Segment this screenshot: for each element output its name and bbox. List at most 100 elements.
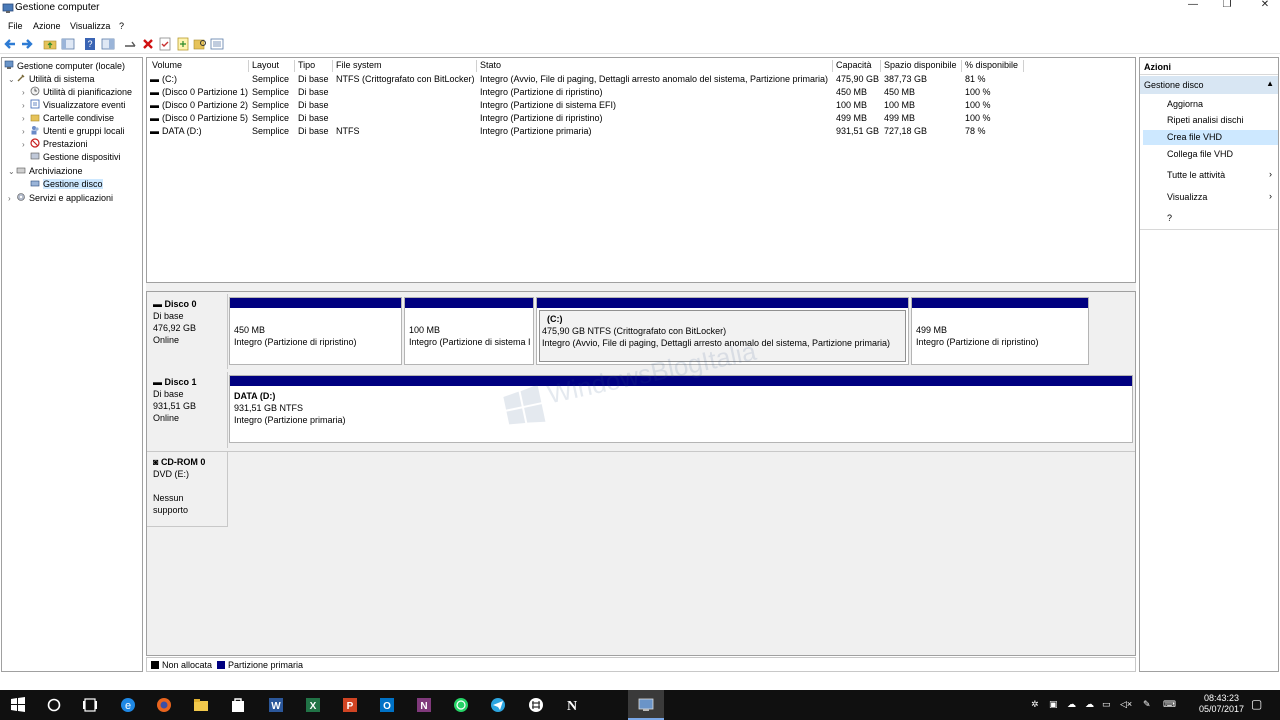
chevron-right-icon[interactable]: › — [22, 101, 30, 110]
chevron-right-icon[interactable]: › — [22, 127, 30, 136]
forward-arrow-icon[interactable] — [20, 37, 34, 51]
table-row[interactable]: ▬ (Disco 0 Partizione 2) Semplice Di bas… — [147, 100, 1135, 113]
search-circle-icon[interactable] — [45, 696, 63, 714]
chevron-down-icon[interactable]: ⌄ — [8, 75, 16, 84]
whatsapp-icon[interactable] — [452, 696, 470, 714]
action-help[interactable]: ? — [1143, 211, 1278, 226]
tree-item-shared-folders[interactable]: › Cartelle condivise — [22, 112, 114, 125]
onenote-icon[interactable]: N — [415, 696, 433, 714]
disk-info[interactable]: ▬ Disco 0 Di base 476,92 GB Online — [147, 294, 228, 369]
partition-size: 100 MB — [409, 325, 441, 335]
outlook-icon[interactable]: O — [378, 696, 396, 714]
column-header-volume[interactable]: Volume — [149, 60, 249, 72]
tree-item-device-manager[interactable]: Gestione dispositivi — [30, 151, 121, 164]
column-header-type[interactable]: Tipo — [295, 60, 333, 72]
pen-icon[interactable]: ✎ — [1143, 699, 1151, 710]
menu-file[interactable]: File — [8, 21, 23, 31]
chevron-right-icon[interactable]: › — [22, 88, 30, 97]
edge-icon[interactable]: e — [119, 696, 137, 714]
column-header-free-space[interactable]: Spazio disponibile — [881, 60, 962, 72]
back-arrow-icon[interactable] — [3, 37, 17, 51]
action-rescan-disks[interactable]: Ripeti analisi dischi — [1143, 113, 1278, 128]
close-button[interactable]: ✕ — [1250, 0, 1280, 14]
word-icon[interactable]: W — [267, 696, 285, 714]
tree-item-disk-management[interactable]: Gestione disco — [30, 178, 103, 191]
store-icon[interactable] — [229, 696, 247, 714]
column-header-layout[interactable]: Layout — [249, 60, 295, 72]
start-windows-icon[interactable] — [9, 696, 27, 714]
slack-icon[interactable] — [527, 696, 545, 714]
tree-item-storage[interactable]: ⌄ Archiviazione — [8, 165, 83, 178]
chevron-down-icon[interactable]: ⌄ — [8, 167, 16, 176]
action-refresh[interactable]: Aggiorna — [1143, 97, 1278, 112]
taskbar-active-app[interactable] — [628, 690, 664, 720]
cell-free-space: 727,18 GB — [884, 126, 928, 136]
file-explorer-icon[interactable] — [192, 696, 210, 714]
tree-item-system-tools[interactable]: ⌄ Utilità di sistema — [8, 73, 95, 86]
up-folder-icon[interactable] — [43, 37, 57, 51]
excel-icon[interactable]: X — [304, 696, 322, 714]
partition-recovery-1[interactable]: 450 MB Integro (Partizione di ripristino… — [229, 297, 402, 365]
column-header-status[interactable]: Stato — [477, 60, 833, 72]
partition-efi[interactable]: 100 MB Integro (Partizione di sistema I — [404, 297, 534, 365]
chevron-right-icon[interactable]: › — [22, 114, 30, 123]
collapse-arrow-icon[interactable]: ▲ — [1266, 79, 1274, 88]
onedrive-icon[interactable]: ☁ — [1085, 699, 1094, 710]
tree-item-services[interactable]: › Servizi e applicazioni — [8, 192, 113, 205]
partition-bar — [537, 298, 908, 308]
action-create-vhd[interactable]: Crea file VHD — [1143, 130, 1278, 145]
view-details-icon[interactable] — [210, 37, 224, 51]
notion-icon[interactable]: N — [563, 696, 581, 714]
help-icon[interactable]: ? — [83, 37, 97, 51]
table-row[interactable]: ▬ (Disco 0 Partizione 5) Semplice Di bas… — [147, 113, 1135, 126]
delete-icon[interactable] — [141, 37, 155, 51]
clock[interactable]: 08:43:23 05/07/2017 — [1199, 693, 1244, 715]
column-header-capacity[interactable]: Capacità — [833, 60, 881, 72]
action-attach-vhd[interactable]: Collega file VHD — [1143, 147, 1278, 162]
console-tree-icon[interactable] — [61, 37, 75, 51]
column-header-filesystem[interactable]: File system — [333, 60, 477, 72]
disk-info[interactable]: ▬ Disco 1 Di base 931,51 GB Online — [147, 372, 228, 448]
check-list-icon[interactable] — [158, 37, 172, 51]
connect-icon[interactable] — [123, 37, 137, 51]
table-row[interactable]: ▬ (C:) Semplice Di base NTFS (Crittograf… — [147, 74, 1135, 87]
action-all-tasks[interactable]: Tutte le attività › — [1143, 168, 1278, 183]
firefox-icon[interactable] — [155, 696, 173, 714]
table-row[interactable]: ▬ DATA (D:) Semplice Di base NTFS Integr… — [147, 126, 1135, 139]
tree-item-performance[interactable]: › Prestazioni — [22, 138, 88, 151]
tray-settings-icon[interactable]: ✲ — [1031, 699, 1039, 710]
cdrom-info[interactable]: ◙ CD-ROM 0 DVD (E:) Nessun supporto — [147, 452, 228, 527]
menu-help[interactable]: ? — [119, 21, 124, 31]
minimize-button[interactable]: — — [1178, 0, 1208, 14]
properties-pane-icon[interactable] — [101, 37, 115, 51]
cell-layout: Semplice — [252, 100, 290, 110]
column-header-percent-free[interactable]: % disponibile — [962, 60, 1024, 72]
notifications-icon[interactable]: ▢ — [1251, 697, 1262, 711]
chevron-right-icon[interactable]: › — [22, 140, 30, 149]
tree-item-local-users[interactable]: › Utenti e gruppi locali — [22, 125, 125, 138]
restore-button[interactable]: ❐ — [1212, 0, 1242, 14]
menu-view[interactable]: Visualizza — [70, 21, 110, 31]
new-folder-icon[interactable] — [176, 37, 190, 51]
action-view[interactable]: Visualizza › — [1143, 190, 1278, 205]
chevron-right-icon[interactable]: › — [8, 194, 16, 203]
tree-item-root[interactable]: Gestione computer (locale) — [4, 60, 125, 73]
actions-section[interactable]: Gestione disco ▲ — [1140, 76, 1278, 94]
menu-action[interactable]: Azione — [33, 21, 61, 31]
window-title: Gestione computer — [15, 2, 100, 13]
powerpoint-icon[interactable]: P — [341, 696, 359, 714]
telegram-icon[interactable] — [489, 696, 507, 714]
task-view-icon[interactable] — [81, 696, 99, 714]
tree-item-task-scheduler[interactable]: › Utilità di pianificazione — [22, 86, 132, 99]
battery-icon[interactable]: ▭ — [1102, 699, 1111, 710]
tray-app-icon[interactable]: ▣ — [1049, 699, 1058, 710]
volume-muted-icon[interactable]: ◁× — [1120, 699, 1132, 710]
partition-recovery-5[interactable]: 499 MB Integro (Partizione di ripristino… — [911, 297, 1089, 365]
table-row[interactable]: ▬ (Disco 0 Partizione 1) Semplice Di bas… — [147, 87, 1135, 100]
tree-item-event-viewer[interactable]: › Visualizzatore eventi — [22, 99, 125, 112]
search-folder-icon[interactable] — [193, 37, 207, 51]
cloud-icon[interactable]: ☁ — [1067, 699, 1076, 710]
cell-layout: Semplice — [252, 113, 290, 123]
keyboard-icon[interactable]: ⌨ — [1163, 699, 1176, 710]
pane-splitter[interactable] — [146, 283, 1136, 291]
